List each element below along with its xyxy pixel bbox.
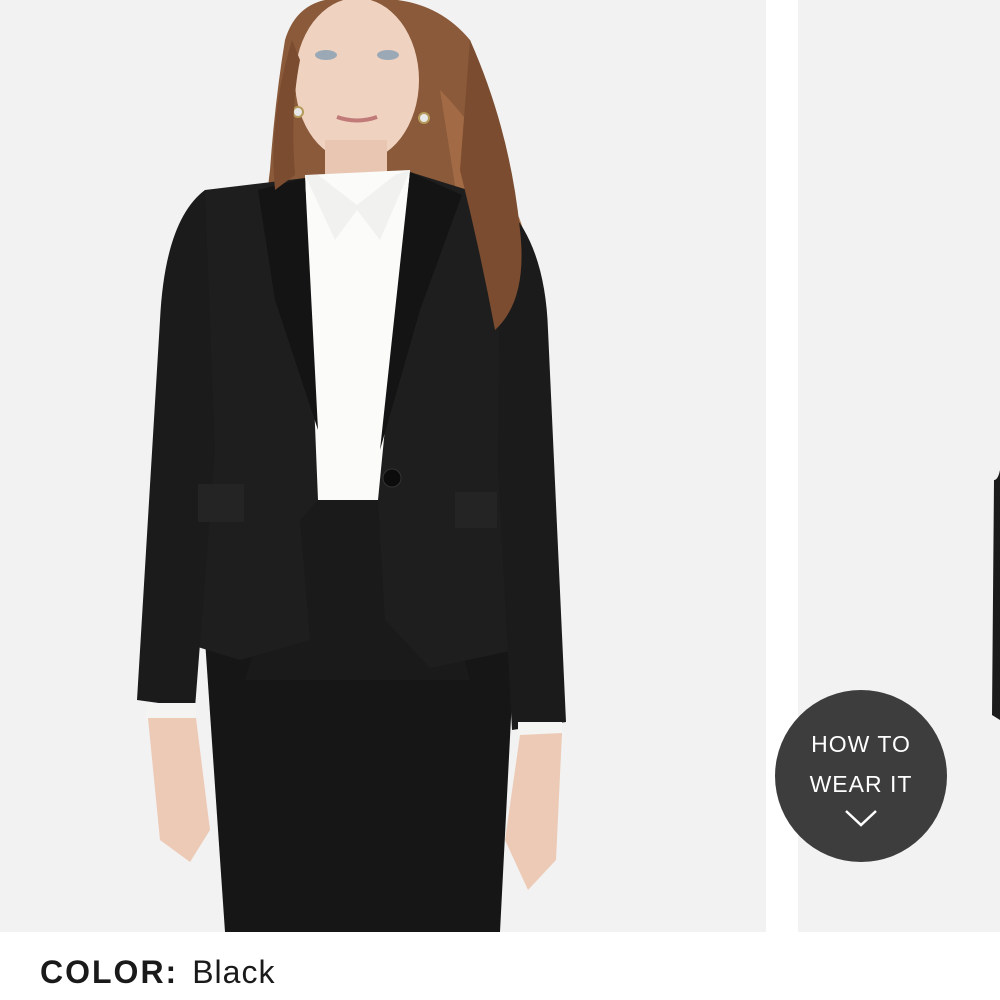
color-value: Black (192, 953, 276, 990)
product-page: HOW TO WEAR IT COLOR: Black (0, 0, 1000, 1000)
how-to-wear-it-button[interactable]: HOW TO WEAR IT (775, 690, 947, 862)
chevron-down-icon (845, 810, 877, 827)
product-image-main[interactable] (0, 0, 766, 932)
how-to-wear-line2: WEAR IT (809, 771, 913, 797)
how-to-wear-line1: HOW TO (811, 731, 911, 757)
color-selection: COLOR: Black (40, 950, 275, 994)
model-photo (137, 0, 566, 932)
color-label: COLOR: (40, 953, 179, 990)
